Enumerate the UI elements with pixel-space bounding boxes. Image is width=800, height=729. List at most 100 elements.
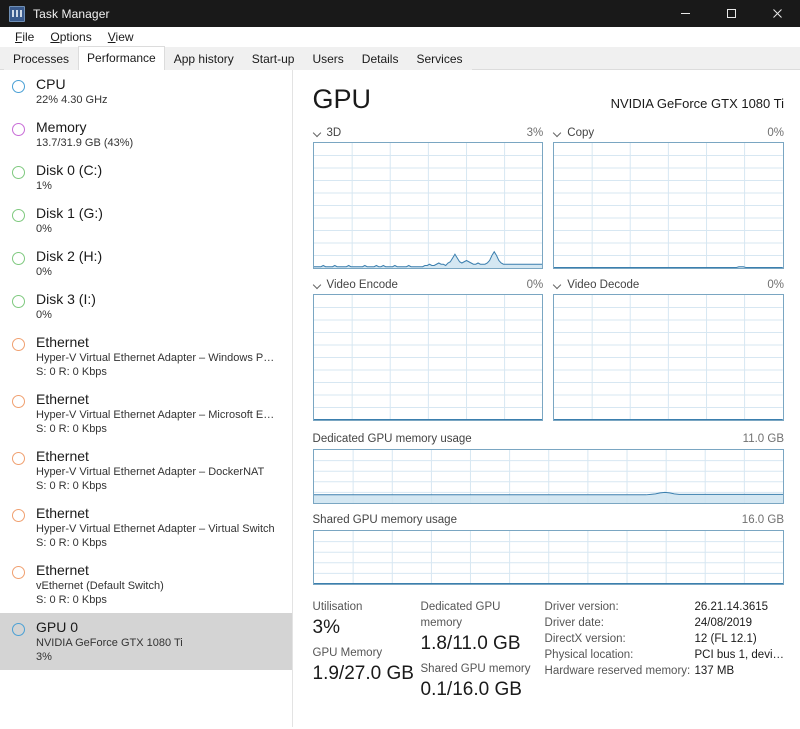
driver-info-key: Driver version:	[544, 601, 619, 613]
sidebar-item-sublabel-2: S: 0 R: 0 Kbps	[36, 480, 107, 492]
engine-graph-video-encode: Video Encode 0%	[312, 278, 544, 421]
stat-value-dedicated-gpu-memory: 1.8/11.0 GB	[420, 633, 521, 654]
tab-strip: Processes Performance App history Start-…	[0, 46, 800, 70]
chevron-down-icon[interactable]	[553, 281, 562, 290]
sidebar-item-text: Ethernet vEthernet (Default Switch) S: 0 R…	[36, 562, 164, 607]
sidebar-item-text: Ethernet Hyper-V Virtual Ethernet Adapter…	[36, 334, 274, 379]
driver-info-key: Hardware reserved memory:	[544, 665, 691, 677]
menu-item-view[interactable]: View	[100, 27, 142, 47]
sidebar-item-ethernet[interactable]: Ethernet Hyper-V Virtual Ethernet Adapter…	[0, 385, 292, 442]
resource-list[interactable]: CPU 22% 4.30 GHz Memory 13.7/31.9 GB (43%) D…	[0, 70, 293, 727]
sidebar-item-sublabel: Hyper-V Virtual Ethernet Adapter – Virtu…	[36, 523, 275, 535]
sidebar-item-text: Disk 2 (H:) 0%	[36, 248, 102, 279]
shared-memory-labels: Shared GPU memory usage 16.0 GB	[313, 513, 784, 528]
tab-app-history[interactable]: App history	[164, 48, 243, 70]
driver-info-value: 12 (FL 12.1)	[694, 633, 757, 645]
engine-graph-video-decode-value: 0%	[767, 279, 785, 291]
chevron-down-icon[interactable]	[313, 281, 322, 290]
shared-memory-max: 16.0 GB	[741, 514, 784, 526]
tab-performance[interactable]: Performance	[78, 46, 165, 70]
maximize-button[interactable]	[708, 0, 754, 27]
resource-indicator-icon	[12, 395, 25, 408]
sidebar-item-sublabel-2: S: 0 R: 0 Kbps	[36, 537, 107, 549]
tab-start-up[interactable]: Start-up	[242, 48, 304, 70]
sidebar-item-label: Memory	[36, 119, 87, 135]
close-button[interactable]	[754, 0, 800, 27]
sidebar-item-sublabel: 1%	[36, 180, 52, 192]
title-bar: Task Manager	[0, 0, 800, 27]
tab-services[interactable]: Services	[407, 48, 472, 70]
minimize-button[interactable]	[662, 0, 708, 27]
stat-label-dedicated-gpu-memory: Dedicated GPU memory	[420, 601, 501, 629]
engine-graph-video-decode-title: Video Decode	[567, 279, 640, 291]
sidebar-item-label: Disk 3 (I:)	[36, 291, 96, 307]
stat-value-shared-gpu-memory: 0.1/16.0 GB	[420, 679, 522, 700]
sidebar-item-disk-3-i[interactable]: Disk 3 (I:) 0%	[0, 285, 292, 328]
sidebar-item-disk-0-c[interactable]: Disk 0 (C:) 1%	[0, 156, 292, 199]
driver-info-value: 26.21.14.3615	[694, 601, 769, 613]
sidebar-item-disk-1-g[interactable]: Disk 1 (G:) 0%	[0, 199, 292, 242]
sidebar-item-text: CPU 22% 4.30 GHz	[36, 76, 108, 107]
sidebar-item-ethernet[interactable]: Ethernet vEthernet (Default Switch) S: 0 R…	[0, 556, 292, 613]
resource-indicator-icon	[12, 295, 25, 308]
sidebar-item-gpu-0[interactable]: GPU 0 NVIDIA GeForce GTX 1080 Ti 3%	[0, 613, 292, 670]
shared-memory-plot	[312, 530, 784, 585]
stat-value-gpu-memory: 1.9/27.0 GB	[312, 663, 414, 684]
sidebar-item-text: Disk 1 (G:) 0%	[36, 205, 103, 236]
menu-item-file[interactable]: File	[7, 27, 42, 47]
sidebar-item-sublabel: 22% 4.30 GHz	[36, 94, 108, 106]
task-manager-window: Task Manager File Options View Processes…	[0, 0, 800, 729]
resource-indicator-icon	[12, 209, 25, 222]
engine-graph-3d-labels: 3D 3%	[313, 126, 544, 140]
shared-memory-block: Shared GPU memory usage 16.0 GB	[312, 513, 784, 585]
sidebar-item-label: GPU 0	[36, 619, 79, 635]
tab-users[interactable]: Users	[303, 48, 353, 70]
sidebar-item-ethernet[interactable]: Ethernet Hyper-V Virtual Ethernet Adapter…	[0, 328, 292, 385]
dedicated-memory-plot	[312, 449, 784, 504]
sidebar-item-cpu[interactable]: CPU 22% 4.30 GHz	[0, 70, 292, 113]
stat-label-gpu-memory: GPU Memory	[312, 647, 383, 659]
engine-graph-row-1: 3D 3% Copy 0%	[312, 126, 785, 269]
gpu-detail-pane: GPU NVIDIA GeForce GTX 1080 Ti 3D 3% Cop…	[293, 70, 800, 727]
sidebar-item-label: Ethernet	[36, 448, 89, 464]
sidebar-item-label: Ethernet	[36, 391, 89, 407]
engine-graph-video-decode-labels: Video Decode 0%	[553, 278, 784, 292]
chevron-down-icon[interactable]	[313, 129, 322, 138]
sidebar-item-ethernet[interactable]: Ethernet Hyper-V Virtual Ethernet Adapter…	[0, 499, 292, 556]
sidebar-item-sublabel: Hyper-V Virtual Ethernet Adapter – Micro…	[36, 409, 275, 421]
sidebar-item-sublabel: 13.7/31.9 GB (43%)	[36, 137, 134, 149]
resource-indicator-icon	[12, 252, 25, 265]
engine-graph-video-encode-value: 0%	[526, 279, 544, 291]
sidebar-item-label: Ethernet	[36, 562, 89, 578]
resource-indicator-icon	[12, 452, 25, 465]
shared-memory-title: Shared GPU memory usage	[312, 514, 457, 526]
menu-item-options[interactable]: Options	[42, 27, 99, 47]
resource-indicator-icon	[12, 623, 25, 636]
task-manager-icon	[9, 5, 25, 22]
stat-col-dedicated: Dedicated GPU memory 1.8/11.0 GB Shared …	[421, 599, 541, 707]
sidebar-item-sublabel: 0%	[36, 266, 52, 278]
window-controls	[662, 0, 800, 27]
engine-graph-video-encode-title: Video Encode	[326, 279, 398, 291]
resource-indicator-icon	[12, 123, 25, 136]
sidebar-item-memory[interactable]: Memory 13.7/31.9 GB (43%)	[0, 113, 292, 156]
sidebar-item-text: Ethernet Hyper-V Virtual Ethernet Adapter…	[36, 505, 275, 550]
engine-graph-3d-plot	[312, 142, 544, 269]
sidebar-item-label: Disk 1 (G:)	[36, 205, 103, 221]
sidebar-item-text: Memory 13.7/31.9 GB (43%)	[36, 119, 133, 150]
sidebar-item-disk-2-h[interactable]: Disk 2 (H:) 0%	[0, 242, 292, 285]
tab-processes[interactable]: Processes	[4, 48, 79, 70]
engine-graph-copy: Copy 0%	[553, 126, 785, 269]
gpu-header: GPU NVIDIA GeForce GTX 1080 Ti	[313, 84, 784, 114]
tab-details[interactable]: Details	[352, 48, 408, 70]
driver-info-key: Physical location:	[544, 649, 634, 661]
gpu-stats: Utilisation 3% GPU Memory 1.9/27.0 GB De…	[313, 599, 784, 707]
sidebar-item-ethernet[interactable]: Ethernet Hyper-V Virtual Ethernet Adapter…	[0, 442, 292, 499]
engine-graph-3d-title: 3D	[326, 127, 342, 139]
content-area: CPU 22% 4.30 GHz Memory 13.7/31.9 GB (43%) D…	[0, 70, 800, 727]
chevron-down-icon[interactable]	[553, 129, 562, 138]
sidebar-item-text: Ethernet Hyper-V Virtual Ethernet Adapter…	[36, 391, 274, 436]
sidebar-item-sublabel-2: S: 0 R: 0 Kbps	[36, 594, 107, 606]
sidebar-item-sublabel: 0%	[36, 223, 52, 235]
resource-indicator-icon	[12, 566, 25, 579]
